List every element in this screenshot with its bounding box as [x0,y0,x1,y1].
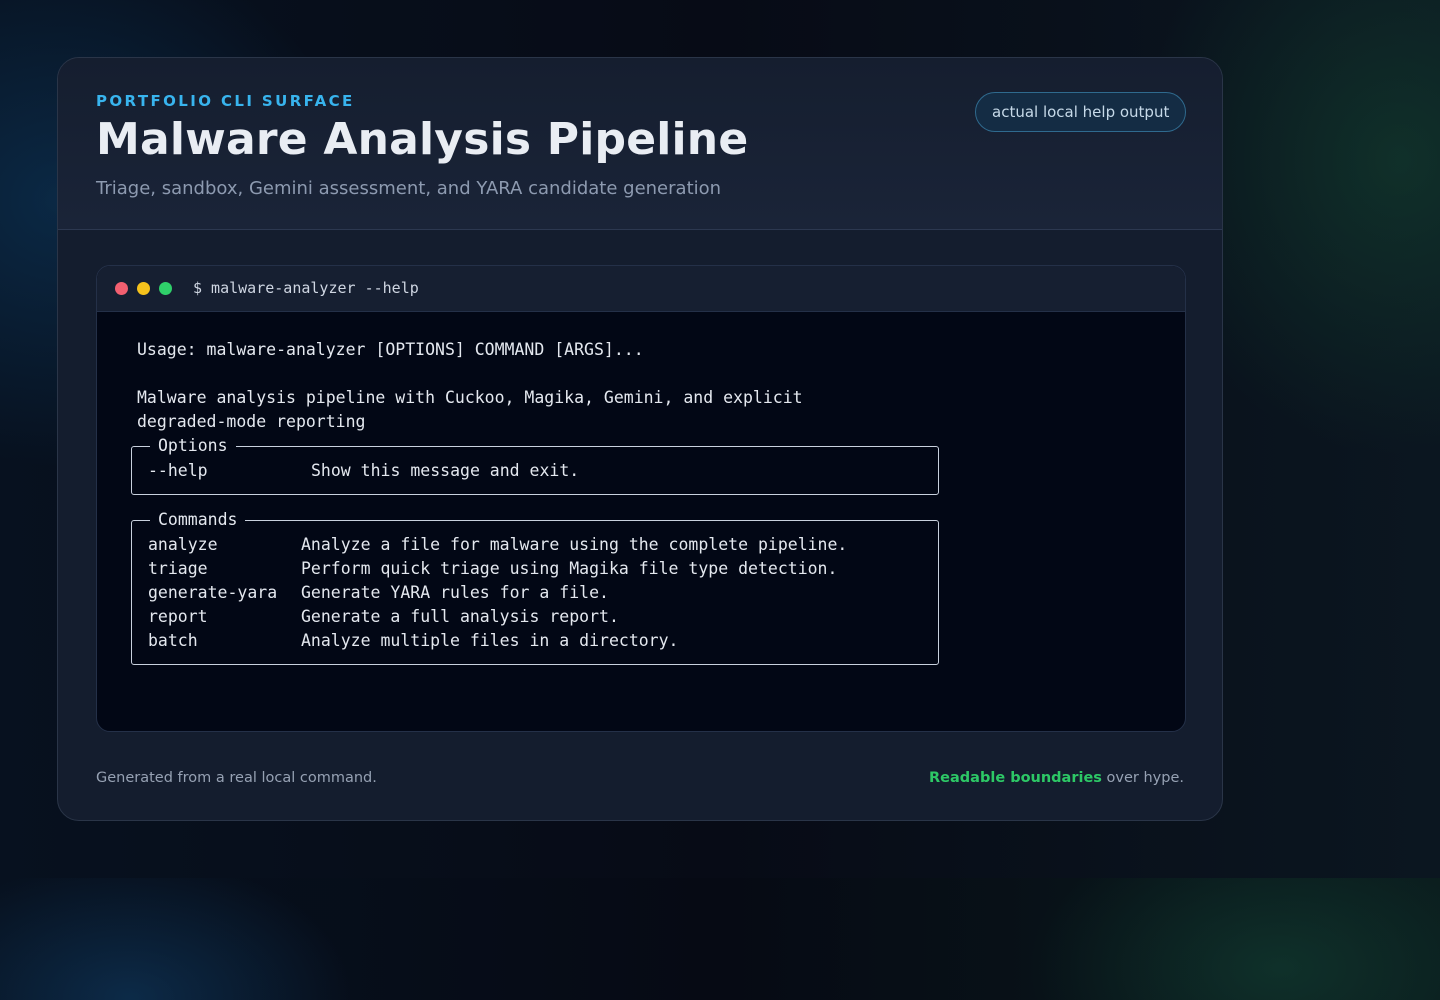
command-name: analyze [148,535,218,554]
command-name: batch [148,631,198,650]
command-row: analyze Analyze a file for malware using… [148,533,938,557]
terminal-output: Usage: malware-analyzer [OPTIONS] COMMAN… [131,338,1137,665]
close-dot-icon [115,282,128,295]
commands-panel: Commands analyze Analyze a file for malw… [131,508,939,665]
description-line: degraded-mode reporting [137,412,366,431]
footer-tagline-highlight: Readable boundaries [929,770,1102,786]
footer-tagline-rest: over hype. [1101,770,1184,786]
command-row: report Generate a full analysis report. [148,605,938,629]
page-background-lower [0,878,1440,1000]
command-name: generate-yara [148,583,278,602]
command-row: triage Perform quick triage using Magika… [148,557,938,581]
maximize-dot-icon [159,282,172,295]
page-title: Malware Analysis Pipeline [96,114,749,165]
option-name: --help [148,461,208,480]
minimize-dot-icon [137,282,150,295]
command-name: triage [148,559,208,578]
command-name: report [148,607,208,626]
option-description: Show this message and exit. [311,461,580,480]
page-subtitle: Triage, sandbox, Gemini assessment, and … [96,178,722,199]
command-description: Perform quick triage using Magika file t… [301,559,838,578]
options-panel: Options --help Show this message and exi… [131,434,939,495]
command-row: generate-yara Generate YARA rules for a … [148,581,938,605]
command-description: Analyze multiple files in a directory. [301,631,679,650]
footer-tagline: Readable boundaries over hype. [929,770,1184,786]
command-row: batch Analyze multiple files in a direct… [148,629,938,653]
terminal-command: $ malware-analyzer --help [193,279,419,297]
terminal-titlebar: $ malware-analyzer --help [97,266,1185,312]
commands-panel-title: Commands [150,508,246,532]
usage-line: Usage: malware-analyzer [OPTIONS] COMMAN… [137,340,644,359]
showcase-card: PORTFOLIO CLI SURFACE Malware Analysis P… [57,57,1223,821]
source-badge: actual local help output [975,92,1187,132]
option-row: --help Show this message and exit. [148,459,938,483]
options-panel-title: Options [150,434,236,458]
terminal-window: $ malware-analyzer --help Usage: malware… [96,265,1186,732]
card-header: PORTFOLIO CLI SURFACE Malware Analysis P… [58,58,1222,230]
eyebrow-label: PORTFOLIO CLI SURFACE [96,92,355,110]
footer-note: Generated from a real local command. [96,770,377,786]
command-description: Generate a full analysis report. [301,607,619,626]
command-description: Generate YARA rules for a file. [301,583,609,602]
description-line: Malware analysis pipeline with Cuckoo, M… [137,388,803,407]
command-description: Analyze a file for malware using the com… [301,535,848,554]
